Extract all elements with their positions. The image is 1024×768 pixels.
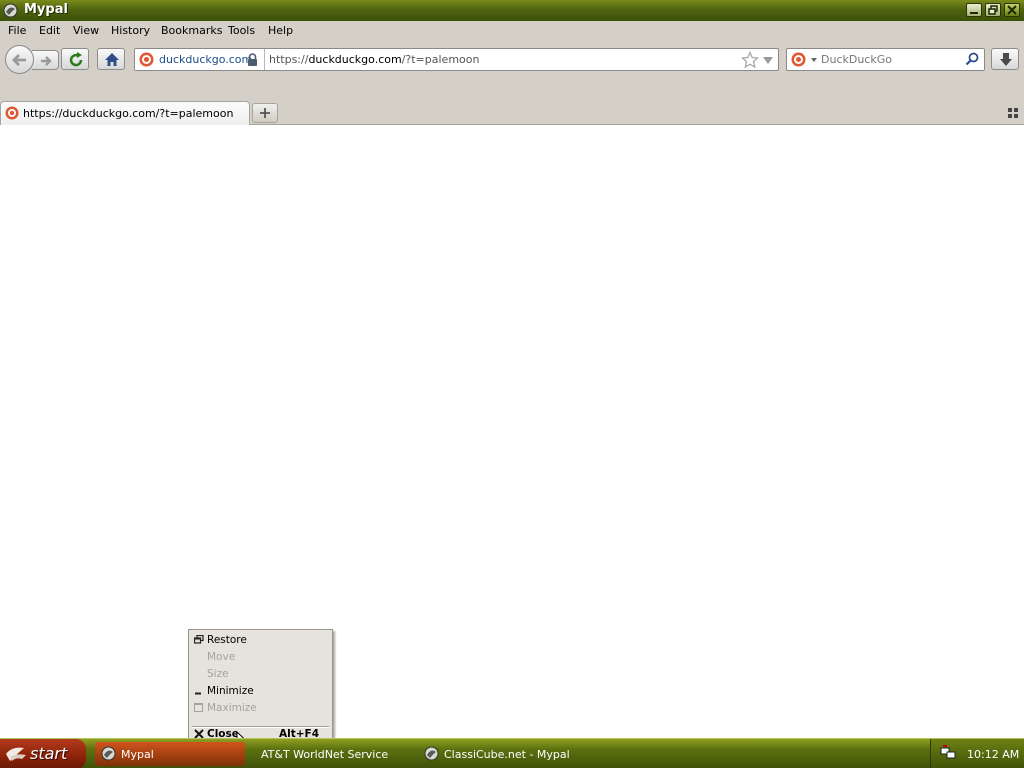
plus-icon bbox=[260, 108, 270, 118]
menu-item-label: Restore bbox=[207, 634, 247, 646]
tab-label: https://duckduckgo.com/?t=palemoon bbox=[23, 107, 234, 120]
restore-icon bbox=[988, 5, 998, 15]
menu-view[interactable]: View bbox=[73, 24, 99, 37]
bookmark-star-icon[interactable] bbox=[741, 51, 759, 69]
back-forward-group bbox=[5, 45, 60, 74]
menu-item-label: Size bbox=[207, 668, 229, 680]
menu-tools[interactable]: Tools bbox=[228, 24, 255, 37]
site-identity-box[interactable]: duckduckgo.com bbox=[135, 49, 265, 70]
menu-item-label: Move bbox=[207, 651, 236, 663]
taskbar-item-classicube[interactable]: ClassiCube.net - Mypal bbox=[418, 742, 598, 766]
home-icon bbox=[105, 53, 119, 66]
downloads-button[interactable] bbox=[991, 48, 1019, 70]
menu-item-label: Minimize bbox=[207, 685, 254, 697]
navigation-toolbar: duckduckgo.com https://duckduckgo.com/?t… bbox=[0, 41, 1024, 98]
url-history-dropdown-icon[interactable] bbox=[763, 57, 773, 64]
restore-icon bbox=[194, 635, 204, 644]
url-domain: duckduckgo.com bbox=[308, 53, 402, 66]
mypal-app-icon bbox=[424, 746, 439, 761]
search-bar[interactable] bbox=[786, 48, 985, 71]
menu-history[interactable]: History bbox=[111, 24, 150, 37]
restore-button[interactable] bbox=[985, 3, 1001, 17]
taskbar-item-att-worldnet[interactable]: AT&T WorldNet Service bbox=[235, 742, 410, 766]
title-bar[interactable]: Mypal bbox=[0, 0, 1024, 21]
tab-duckduckgo[interactable]: https://duckduckgo.com/?t=palemoon bbox=[0, 101, 250, 125]
download-icon bbox=[1000, 53, 1012, 66]
menu-item-size: Size bbox=[189, 666, 332, 683]
tab-strip: https://duckduckgo.com/?t=palemoon bbox=[0, 98, 1024, 125]
menu-item-move: Move bbox=[189, 649, 332, 666]
mypal-app-icon[interactable] bbox=[3, 3, 18, 18]
taskbar-item-label: ClassiCube.net - Mypal bbox=[444, 748, 570, 761]
maximize-icon bbox=[194, 703, 203, 712]
taskbar: start Mypal AT&T WorldNet Service Classi… bbox=[0, 738, 1024, 768]
menu-bookmarks[interactable]: Bookmarks bbox=[161, 24, 222, 37]
forward-button[interactable] bbox=[32, 50, 59, 70]
menu-help[interactable]: Help bbox=[268, 24, 293, 37]
menu-bar: File Edit View History Bookmarks Tools H… bbox=[0, 21, 1024, 41]
duckduckgo-favicon-icon bbox=[5, 106, 19, 120]
url-prefix: https:// bbox=[269, 53, 309, 66]
home-button[interactable] bbox=[97, 48, 125, 70]
menu-item-maximize: Maximize bbox=[189, 700, 332, 717]
back-button[interactable] bbox=[5, 45, 34, 74]
list-all-tabs-icon[interactable] bbox=[1008, 108, 1018, 118]
menu-item-restore[interactable]: Restore bbox=[189, 632, 332, 649]
new-tab-button[interactable] bbox=[252, 103, 278, 123]
url-suffix: /?t=palemoon bbox=[401, 53, 480, 66]
search-engine-icon[interactable] bbox=[791, 52, 806, 67]
menu-item-minimize[interactable]: Minimize bbox=[189, 683, 332, 700]
reload-icon bbox=[69, 52, 83, 67]
minimize-button[interactable] bbox=[966, 3, 982, 17]
back-arrow-icon bbox=[12, 54, 26, 66]
search-input[interactable] bbox=[821, 52, 961, 67]
url-bar[interactable]: duckduckgo.com https://duckduckgo.com/?t… bbox=[134, 48, 779, 71]
menu-edit[interactable]: Edit bbox=[39, 24, 60, 37]
minimize-icon bbox=[970, 12, 978, 14]
mypal-app-icon bbox=[101, 746, 116, 761]
duckduckgo-icon bbox=[139, 52, 154, 67]
identity-host: duckduckgo.com bbox=[159, 53, 253, 66]
search-icon[interactable] bbox=[965, 52, 979, 66]
start-button[interactable]: start bbox=[0, 739, 86, 768]
close-button[interactable] bbox=[1004, 3, 1020, 17]
menu-item-label: Maximize bbox=[207, 702, 257, 714]
minimize-icon bbox=[195, 692, 201, 695]
window-system-menu: Restore Move Size Minimize Maximize Clos… bbox=[188, 629, 333, 743]
start-label: start bbox=[30, 744, 68, 763]
system-tray: 10:12 AM bbox=[930, 739, 1024, 768]
search-engine-dropdown-icon[interactable] bbox=[811, 58, 817, 62]
page-content[interactable] bbox=[0, 125, 1024, 738]
taskbar-item-mypal[interactable]: Mypal bbox=[95, 742, 245, 766]
url-text[interactable]: https://duckduckgo.com/?t=palemoon bbox=[269, 53, 479, 66]
taskbar-item-label: AT&T WorldNet Service bbox=[261, 748, 389, 761]
lock-icon bbox=[248, 53, 257, 66]
menu-file[interactable]: File bbox=[8, 24, 26, 37]
start-logo-icon bbox=[6, 747, 26, 761]
reload-button[interactable] bbox=[61, 48, 89, 70]
window-title: Mypal bbox=[24, 2, 68, 17]
close-icon bbox=[1007, 5, 1017, 15]
taskbar-item-label: Mypal bbox=[121, 748, 154, 761]
network-status-icon[interactable] bbox=[940, 745, 956, 761]
forward-arrow-icon bbox=[41, 56, 52, 66]
taskbar-clock: 10:12 AM bbox=[967, 748, 1020, 761]
